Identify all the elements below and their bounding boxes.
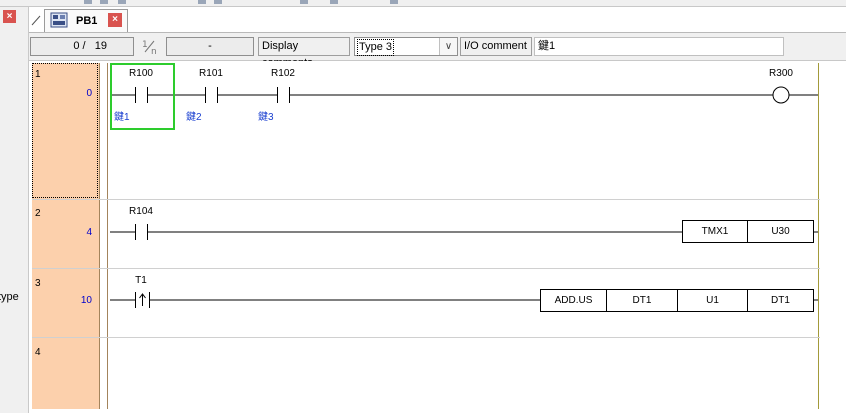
comment-r102: 鍵3 (258, 112, 274, 123)
coil-r300[interactable] (772, 86, 790, 104)
contact-r102[interactable] (277, 87, 290, 103)
device-label-r101: R101 (199, 68, 223, 79)
editor-cursor (110, 63, 175, 130)
contact-r101[interactable] (205, 87, 218, 103)
contact-r104[interactable] (135, 224, 148, 240)
device-label-r300: R300 (769, 68, 793, 79)
device-label-t1: T1 (135, 275, 147, 286)
operand-dt1-source[interactable]: DT1 (606, 289, 678, 312)
device-label-r102: R102 (271, 68, 295, 79)
contact-t1-rising-edge[interactable] (135, 292, 150, 308)
operand-dt1-dest[interactable]: DT1 (747, 289, 814, 312)
operand-u1[interactable]: U1 (677, 289, 748, 312)
comment-r101: 鍵2 (186, 112, 202, 123)
instruction-add-us[interactable]: ADD.US (540, 289, 607, 312)
instruction-tmx1[interactable]: TMX1 (682, 220, 748, 243)
operand-u30[interactable]: U30 (747, 220, 814, 243)
device-label-r104: R104 (129, 206, 153, 217)
